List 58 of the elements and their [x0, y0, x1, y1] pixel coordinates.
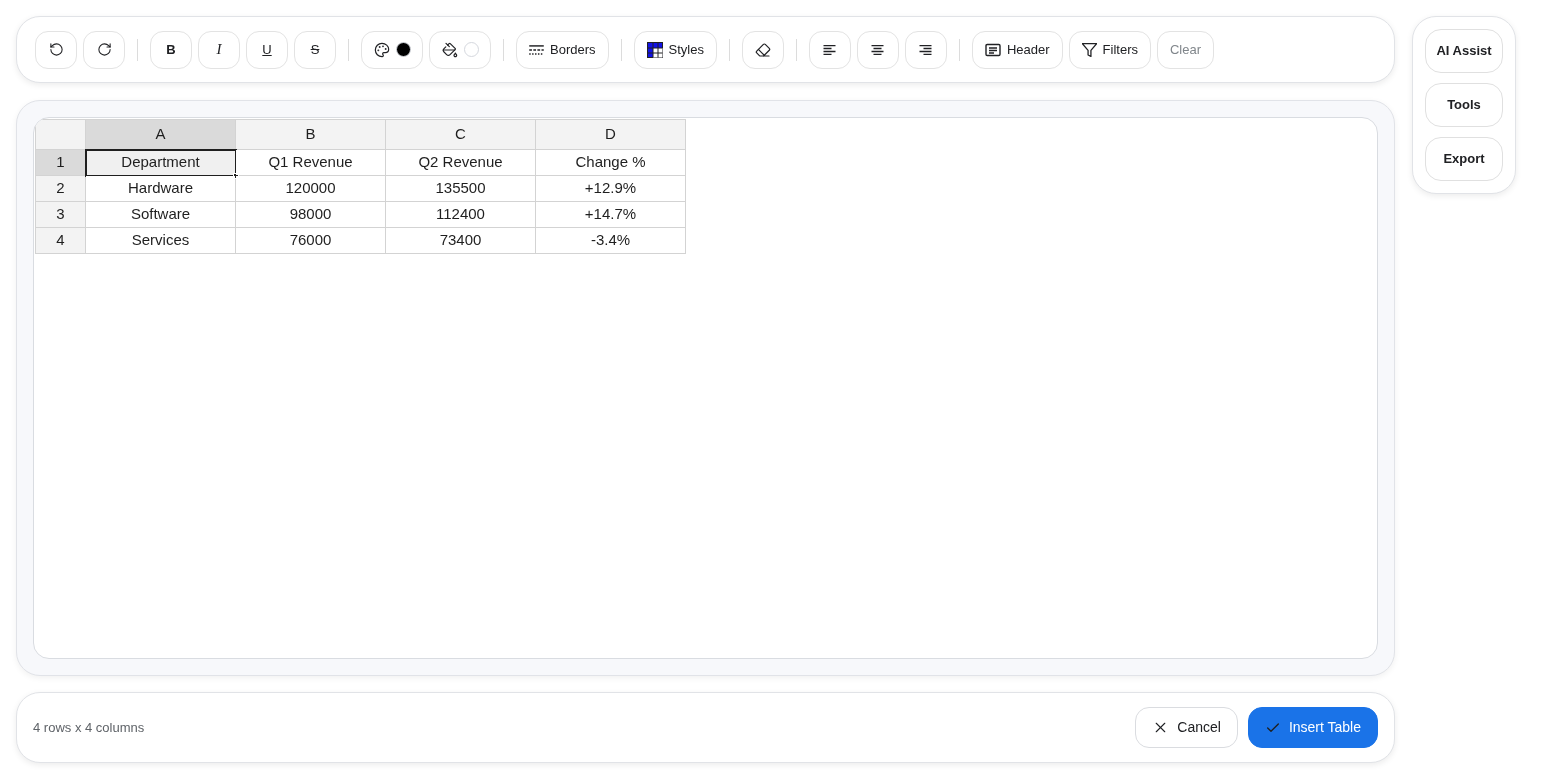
align-left-icon — [823, 44, 837, 55]
table-cell[interactable]: 73400 — [385, 227, 536, 254]
align-center-button[interactable] — [856, 30, 899, 69]
row-header[interactable]: 2 — [35, 175, 86, 202]
undo-button[interactable] — [35, 30, 77, 69]
eraser-icon — [754, 41, 771, 58]
align-right-icon — [919, 44, 933, 55]
filters-button[interactable]: Filters — [1068, 30, 1151, 69]
cancel-button[interactable]: Cancel — [1135, 707, 1238, 748]
text-color-button[interactable] — [361, 30, 423, 69]
column-header[interactable]: B — [235, 119, 386, 150]
filter-icon — [1081, 42, 1097, 57]
text-card-icon — [984, 42, 1001, 57]
underline-button[interactable]: U — [246, 30, 288, 69]
row-header[interactable]: 3 — [35, 201, 86, 228]
table-cell[interactable]: Software — [85, 201, 236, 228]
table-cell[interactable]: Department — [85, 149, 236, 176]
undo-icon — [48, 42, 64, 57]
align-center-icon — [871, 44, 885, 55]
strikethrough-button[interactable]: S — [294, 30, 336, 69]
column-header[interactable]: A — [85, 119, 236, 150]
column-header[interactable]: D — [535, 119, 686, 150]
table-grid-icon — [646, 41, 663, 58]
table-cell[interactable]: +14.7% — [535, 201, 686, 228]
eraser-button[interactable] — [741, 30, 784, 69]
table-cell[interactable]: 112400 — [385, 201, 536, 228]
paint-bucket-icon — [441, 41, 458, 58]
table-size-text: 4 rows x 4 columns — [33, 718, 145, 737]
borders-button[interactable]: Borders — [516, 30, 609, 69]
side-panel-button[interactable]: Tools — [1425, 83, 1503, 127]
table-cell[interactable]: Q2 Revenue — [385, 149, 536, 176]
bold-button[interactable]: B — [150, 30, 192, 69]
table-cell[interactable]: 98000 — [235, 201, 386, 228]
table-cell[interactable]: Change % — [535, 149, 686, 176]
fill-color-button[interactable] — [429, 30, 491, 69]
table-cell[interactable]: +12.9% — [535, 175, 686, 202]
table-cell[interactable]: Hardware — [85, 175, 236, 202]
table-cell[interactable]: -3.4% — [535, 227, 686, 254]
table-cell[interactable]: Q1 Revenue — [235, 149, 386, 176]
styles-button[interactable]: Styles — [633, 30, 717, 69]
palette-icon — [373, 41, 390, 58]
side-panel-button[interactable]: Export — [1425, 137, 1503, 181]
table-cell[interactable]: 120000 — [235, 175, 386, 202]
align-right-button[interactable] — [904, 30, 947, 69]
align-left-button[interactable] — [808, 30, 851, 69]
side-panel-button[interactable]: AI Assist — [1425, 29, 1503, 73]
table-cell[interactable]: 76000 — [235, 227, 386, 254]
redo-icon — [96, 42, 112, 57]
redo-button[interactable] — [83, 30, 125, 69]
row-header[interactable]: 4 — [35, 227, 86, 254]
line-styles-icon — [529, 44, 544, 55]
italic-button[interactable]: I — [198, 30, 240, 69]
header-button[interactable]: Header — [971, 30, 1063, 69]
table-cell[interactable]: Services — [85, 227, 236, 254]
table-cell[interactable]: 135500 — [385, 175, 536, 202]
insert-table-button[interactable]: Insert Table — [1247, 707, 1378, 748]
row-header[interactable]: 1 — [35, 149, 86, 176]
column-header[interactable]: C — [385, 119, 536, 150]
